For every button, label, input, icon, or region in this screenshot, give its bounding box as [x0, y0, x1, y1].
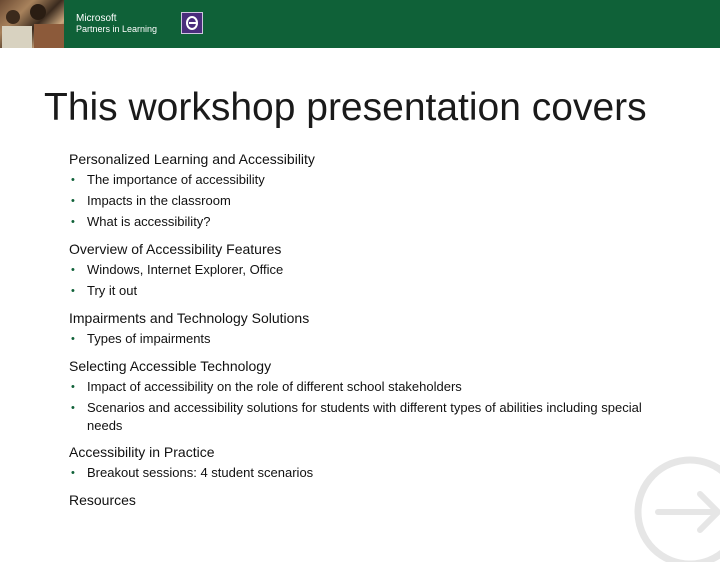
section-heading: Personalized Learning and Accessibility — [69, 151, 315, 167]
bullet-text: Windows, Internet Explorer, Office — [87, 262, 284, 277]
bullet-text: What is accessibility? — [87, 214, 211, 229]
section-resources: Resources — [69, 490, 669, 510]
section-accessibility-features: Overview of Accessibility Features • Wind… — [69, 239, 669, 301]
bullet-list: • Windows, Internet Explorer, Office • Try… — [69, 260, 669, 301]
partners-in-learning-logo-icon — [181, 12, 203, 34]
brand-text: Microsoft Partners in Learning — [76, 13, 158, 35]
bullet-item: • Types of impairments — [69, 329, 669, 349]
section-heading: Overview of Accessibility Features — [69, 241, 282, 257]
section-heading: Impairments and Technology Solutions — [69, 310, 310, 326]
section-accessibility-in-practice: Accessibility in Practice • Breakout sess… — [69, 442, 669, 483]
bullet-list: • Breakout sessions: 4 student scenarios — [69, 463, 669, 483]
bullet-text: Impacts in the classroom — [87, 193, 231, 208]
bullet-text: Breakout sessions: 4 student scenarios — [87, 465, 314, 480]
bullet-dot-icon: • — [71, 381, 75, 393]
header-band: Microsoft Partners in Learning — [0, 0, 720, 48]
bullet-item: • Breakout sessions: 4 student scenarios — [69, 463, 669, 483]
bullet-list: • The importance of accessibility • Impact… — [69, 170, 669, 232]
section-heading: Resources — [69, 492, 136, 508]
bullet-text: Types of impairments — [87, 331, 211, 346]
bullet-text: Try it out — [87, 283, 138, 298]
bullet-list: • Types of impairments — [69, 329, 669, 349]
section-heading: Selecting Accessible Technology — [69, 358, 272, 374]
bullet-item: • Scenarios and accessibility solutions f… — [69, 398, 669, 435]
bullet-dot-icon: • — [71, 264, 75, 276]
arrow-circle-icon — [634, 456, 720, 562]
bullet-text: Scenarios and accessibility solutions fo… — [87, 400, 642, 433]
bullet-dot-icon: • — [71, 402, 75, 414]
bullet-item: • Impact of accessibility on the role of … — [69, 377, 669, 397]
bullet-item: • Windows, Internet Explorer, Office — [69, 260, 669, 280]
bullet-text: Impact of accessibility on the role of d… — [87, 379, 462, 394]
bullet-dot-icon: • — [71, 333, 75, 345]
bullet-dot-icon: • — [71, 467, 75, 479]
bullet-item: • What is accessibility? — [69, 212, 669, 232]
brand-line1: Microsoft — [76, 13, 117, 24]
bullet-dot-icon: • — [71, 216, 75, 228]
section-impairments: Impairments and Technology Solutions • Ty… — [69, 308, 669, 349]
bullet-text: The importance of accessibility — [87, 172, 265, 187]
bullet-item: • The importance of accessibility — [69, 170, 669, 190]
bullet-item: • Try it out — [69, 281, 669, 301]
bullet-dot-icon: • — [71, 195, 75, 207]
bullet-dot-icon: • — [71, 285, 75, 297]
slide-title: This workshop presentation covers — [44, 86, 647, 129]
bullet-item: • Impacts in the classroom — [69, 191, 669, 211]
brand-line2: Partners in Learning — [76, 24, 158, 34]
bullet-dot-icon: • — [71, 174, 75, 186]
slide-content: Personalized Learning and Accessibility … — [69, 149, 669, 517]
bullet-list: • Impact of accessibility on the role of … — [69, 377, 669, 435]
header-photo — [0, 0, 64, 48]
section-personalized-learning: Personalized Learning and Accessibility … — [69, 149, 669, 232]
section-selecting-technology: Selecting Accessible Technology • Impact … — [69, 356, 669, 435]
section-heading: Accessibility in Practice — [69, 444, 215, 460]
